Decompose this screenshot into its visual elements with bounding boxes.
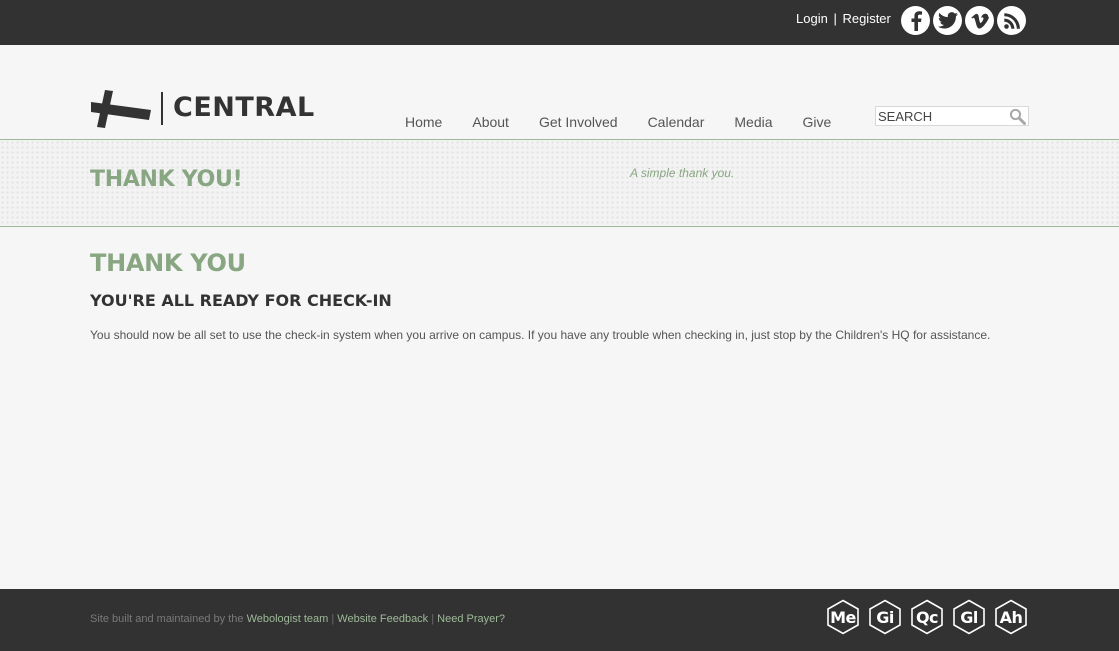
footer-pipe: | [331,613,335,625]
badge-label: Me [830,607,856,627]
rss-icon[interactable] [997,6,1026,35]
hexagon-badge-me[interactable]: Me [826,599,860,635]
page-body-text: You should now be all set to use the che… [90,328,991,342]
search-input[interactable] [876,107,1006,125]
site-logo[interactable]: CENTRAL [91,88,315,128]
webologist-link[interactable]: Webologist team [247,613,329,625]
vimeo-icon[interactable] [965,6,994,35]
badge-label: Qc [915,607,939,627]
top-bar: Login | Register [0,0,1119,45]
page-subheading: YOU'RE ALL READY FOR CHECK-IN [90,291,392,310]
nav-about[interactable]: About [457,114,524,130]
nav-media[interactable]: Media [719,114,787,130]
nav-home[interactable]: Home [390,114,457,130]
search-box [875,106,1029,126]
footer-pipe: | [431,613,435,625]
main-nav: Home About Get Involved Calendar Media G… [390,114,846,130]
facebook-icon[interactable] [901,6,930,35]
logo-text: CENTRAL [173,92,315,123]
footer-badges: Me Gi Qc Gl Ah [826,599,1028,635]
need-prayer-link[interactable]: Need Prayer? [437,613,505,625]
nav-give[interactable]: Give [788,114,847,130]
hexagon-badge-qc[interactable]: Qc [910,599,944,635]
hexagon-badge-ah[interactable]: Ah [994,599,1028,635]
register-link[interactable]: Register [842,11,890,26]
auth-links: Login | Register [796,12,891,26]
auth-separator: | [833,11,837,26]
logo-divider [161,91,163,125]
nav-get-involved[interactable]: Get Involved [524,114,633,130]
footer-credits: Site built and maintained by the Webolog… [90,613,505,626]
page-heading: THANK YOU [90,249,246,277]
twitter-icon[interactable] [933,6,962,35]
social-links [901,6,1026,36]
login-link[interactable]: Login [796,11,828,26]
badge-label: Gl [960,607,978,627]
banner-title: THANK YOU! [90,167,243,192]
banner-subtitle: A simple thank you. [630,166,735,180]
hexagon-badge-gl[interactable]: Gl [952,599,986,635]
badge-label: Gi [876,607,894,627]
hexagon-badge-gi[interactable]: Gi [868,599,902,635]
nav-calendar[interactable]: Calendar [633,114,720,130]
website-feedback-link[interactable]: Website Feedback [337,613,428,625]
footer-prefix: Site built and maintained by the [90,613,244,625]
site-footer: Site built and maintained by the Webolog… [0,589,1119,651]
search-icon[interactable] [1009,108,1026,130]
badge-label: Ah [999,607,1023,627]
cross-logo-icon [91,90,151,128]
